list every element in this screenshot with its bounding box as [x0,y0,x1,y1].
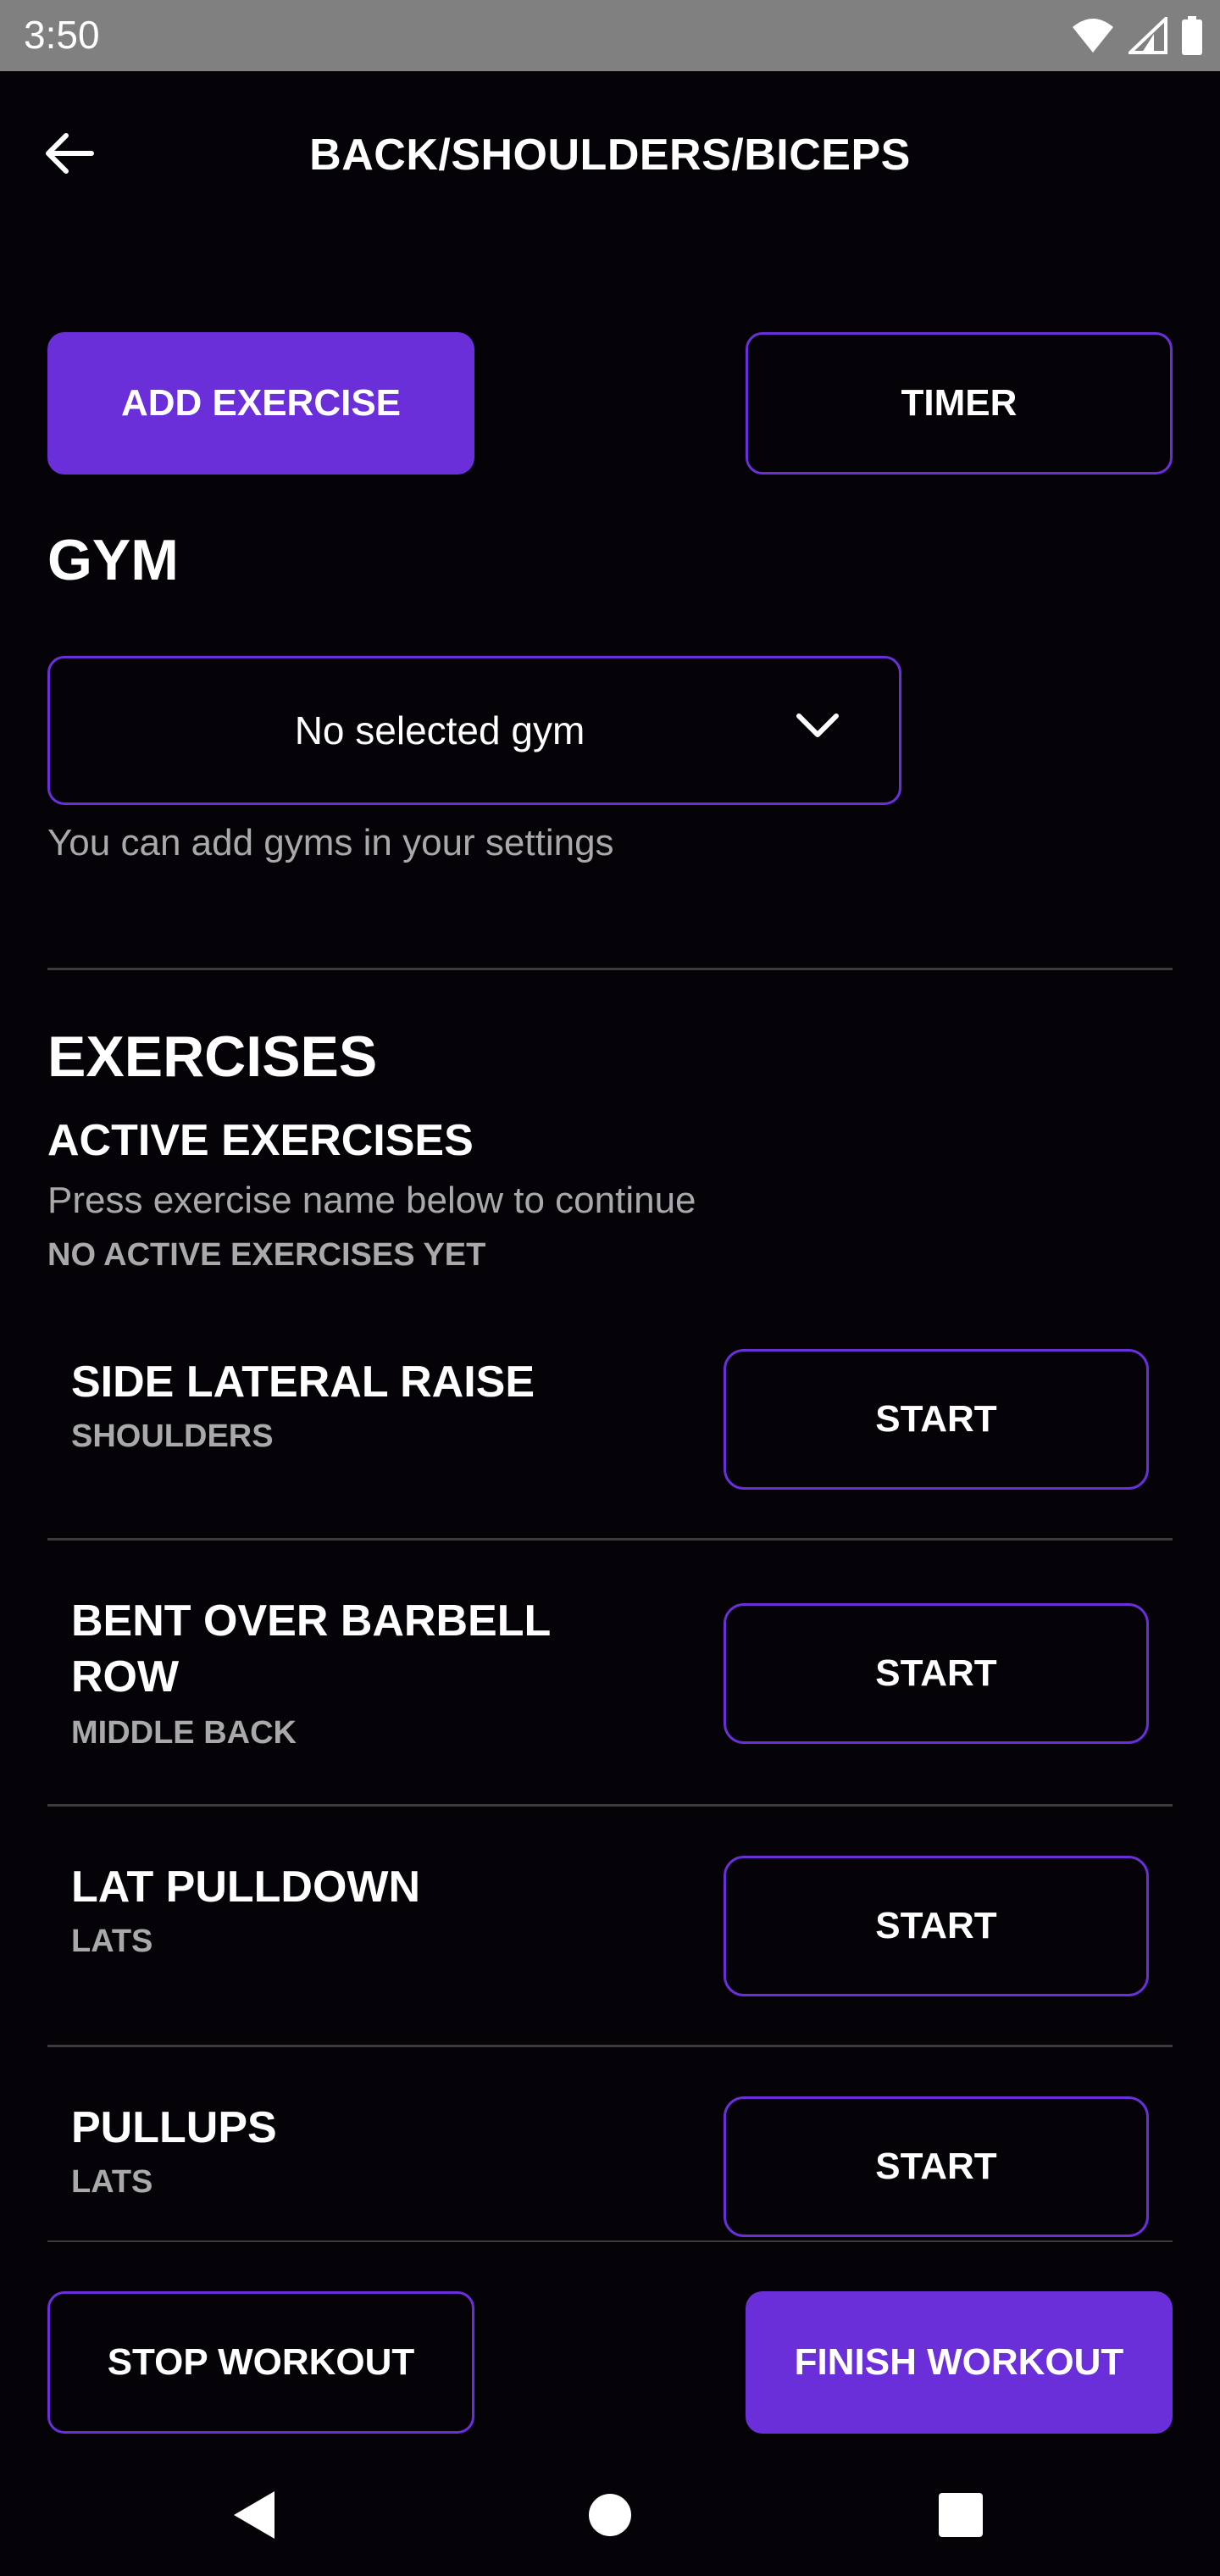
exercise-name[interactable]: LAT PULLDOWN [71,1859,596,1915]
exercise-name[interactable]: BENT OVER BARBELL ROW [71,1593,596,1705]
nav-recents-icon [938,2492,984,2542]
status-bar: 3:50 [0,0,1220,71]
nav-home-button[interactable] [568,2474,652,2559]
exercise-muscle: MIDDLE BACK [71,1715,297,1751]
active-exercises-empty: NO ACTIVE EXERCISES YET [47,1237,486,1273]
chevron-down-icon [794,709,841,747]
exercise-row: PULLUPS LATS START [47,2047,1173,2242]
exercise-muscle: LATS [71,1924,153,1959]
page-title: BACK/SHOULDERS/BICEPS [309,130,911,180]
gym-helper-text: You can add gyms in your settings [47,822,614,863]
active-exercises-title: ACTIVE EXERCISES [47,1116,474,1165]
arrow-left-icon [44,132,95,179]
exercise-row: LAT PULLDOWN LATS START [47,1807,1173,2046]
nav-back-button[interactable] [212,2474,297,2559]
finish-workout-button[interactable]: FINISH WORKOUT [746,2291,1173,2434]
exercises-section-title: EXERCISES [47,1024,378,1089]
navigation-bar [0,2457,1220,2576]
nav-home-icon [587,2492,633,2542]
start-button[interactable]: START [724,1603,1149,1744]
start-button[interactable]: START [724,1856,1149,1996]
status-icons [1071,15,1203,56]
active-exercises-hint: Press exercise name below to continue [47,1180,696,1221]
start-button[interactable]: START [724,2096,1149,2237]
wifi-icon [1071,17,1115,54]
gym-dropdown[interactable]: No selected gym [47,656,901,805]
exercise-muscle: LATS [71,2164,153,2200]
start-button[interactable]: START [724,1349,1149,1490]
exercise-row: SIDE LATERAL RAISE SHOULDERS START [47,1322,1173,1539]
nav-back-icon [230,2490,278,2545]
gym-section-title: GYM [47,528,179,592]
status-time: 3:50 [24,13,100,57]
divider [47,968,1173,970]
cellular-signal-icon [1128,17,1167,54]
stop-workout-button[interactable]: STOP WORKOUT [47,2291,474,2434]
exercise-name[interactable]: PULLUPS [71,2100,596,2156]
battery-icon [1181,16,1203,55]
exercise-name[interactable]: SIDE LATERAL RAISE [71,1354,596,1410]
exercise-muscle: SHOULDERS [71,1418,274,1454]
gym-dropdown-value: No selected gym [294,708,585,752]
back-button[interactable] [44,125,112,185]
nav-recents-button[interactable] [918,2474,1003,2559]
timer-button[interactable]: TIMER [746,332,1173,475]
add-exercise-button[interactable]: ADD EXERCISE [47,332,474,475]
exercise-row: BENT OVER BARBELL ROW MIDDLE BACK START [47,1541,1173,1805]
